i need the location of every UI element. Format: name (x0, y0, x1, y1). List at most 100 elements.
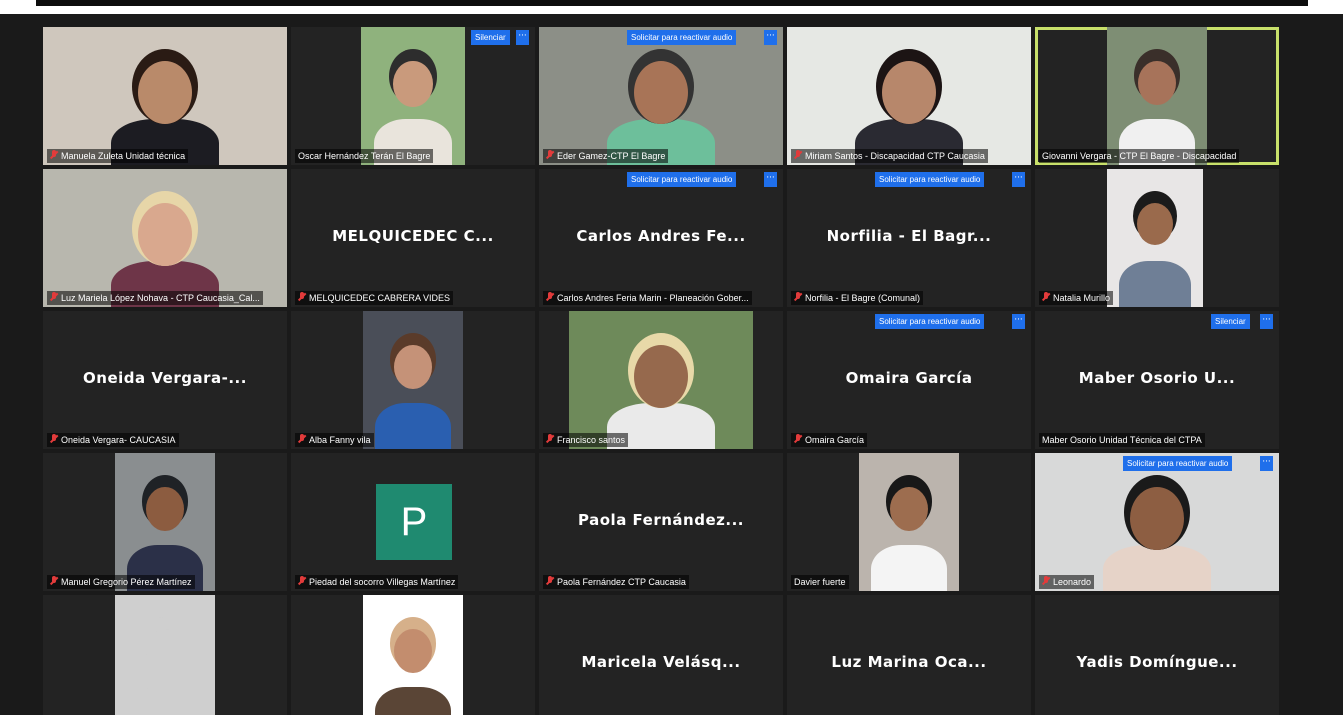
participant-tile[interactable]: Oneida Vergara-... Oneida Vergara- CAUCAS… (43, 311, 287, 449)
muted-mic-icon (50, 434, 58, 444)
participant-name-label: Miriam Santos - Discapacidad CTP Caucasi… (791, 149, 988, 163)
participant-avatar: P (376, 484, 452, 560)
participant-tile[interactable]: MELQUICEDEC C... MELQUICEDEC CABRERA VIDE… (291, 169, 535, 307)
request-unmute-button[interactable]: Solicitar para reactivar audio (627, 172, 737, 187)
muted-mic-icon (1042, 576, 1050, 586)
participant-tile[interactable]: Silenciar ··· Oscar Hernández Terán El Bag… (291, 27, 535, 165)
participant-name-label: Piedad del socorro Villegas Martínez (295, 575, 459, 589)
participant-name-label: Alba Fanny vila (295, 433, 374, 447)
participant-tile[interactable]: Miriam Santos - Discapacidad CTP Caucasi… (787, 27, 1031, 165)
participant-tile[interactable]: Omaira García Solicitar para reactivar au… (787, 311, 1031, 449)
participant-name-label: Paola Fernández CTP Caucasia (543, 575, 689, 589)
request-unmute-button[interactable]: Solicitar para reactivar audio (1123, 456, 1233, 471)
participant-video (539, 27, 783, 165)
participant-display-name: Oneida Vergara-... (83, 369, 247, 387)
muted-mic-icon (794, 292, 802, 302)
request-unmute-button[interactable]: Solicitar para reactivar audio (875, 172, 985, 187)
participant-tile[interactable]: Yadis Domíngue... (1035, 595, 1279, 715)
participant-name-label: Leonardo (1039, 575, 1095, 589)
participant-name-label: Manuela Zuleta Unidad técnica (47, 149, 189, 163)
muted-mic-icon (794, 434, 802, 444)
muted-mic-icon (298, 292, 306, 302)
participant-name-label: Manuel Gregorio Pérez Martínez (47, 575, 195, 589)
participant-tile[interactable]: Maber Osorio U... Silenciar ··· Maber Osori… (1035, 311, 1279, 449)
participant-display-name: Luz Marina Oca... (831, 653, 987, 671)
participant-video (363, 595, 463, 715)
participant-tile[interactable]: Luz Marina Oca... (787, 595, 1031, 715)
more-options-icon[interactable]: ··· (1260, 456, 1273, 471)
participant-name-label: Luz Mariela López Nohava - CTP Caucasia_… (47, 291, 263, 305)
participant-video (569, 311, 753, 449)
participant-name-label: Norfilia - El Bagre (Comunal) (791, 291, 924, 305)
participant-display-name: MELQUICEDEC C... (332, 227, 494, 245)
participant-tile[interactable]: Manuel Gregorio Pérez Martínez (43, 453, 287, 591)
muted-mic-icon (1042, 292, 1050, 302)
participant-video (859, 453, 959, 591)
participant-name-label: Eder Gamez-CTP El Bagre (543, 149, 669, 163)
participant-tile[interactable]: Solicitar para reactivar audio ··· Leonard… (1035, 453, 1279, 591)
participant-tile[interactable]: Luz Mariela López Nohava - CTP Caucasia_… (43, 169, 287, 307)
muted-mic-icon (546, 292, 554, 302)
participant-tile[interactable]: Davier fuerte (787, 453, 1031, 591)
participant-name-label: Davier fuerte (791, 575, 849, 589)
gallery-grid: Manuela Zuleta Unidad técnica Silenciar ··… (0, 0, 1343, 715)
more-options-icon[interactable]: ··· (1012, 314, 1025, 329)
request-unmute-button[interactable]: Solicitar para reactivar audio (875, 314, 985, 329)
participant-display-name: Carlos Andres Fe... (576, 227, 746, 245)
participant-video (787, 27, 1031, 165)
muted-mic-icon (298, 434, 306, 444)
more-options-icon[interactable]: ··· (764, 30, 777, 45)
participant-name-label: MELQUICEDEC CABRERA VIDES (295, 291, 454, 305)
participant-tile[interactable]: Francisco santos (539, 311, 783, 449)
more-options-icon[interactable]: ··· (1260, 314, 1273, 329)
muted-mic-icon (794, 150, 802, 160)
participant-display-name: Omaira García (845, 369, 973, 387)
mute-button[interactable]: Silenciar (1211, 314, 1250, 329)
participant-tile[interactable] (291, 595, 535, 715)
participant-tile[interactable]: Norfilia - El Bagr... Solicitar para reac… (787, 169, 1031, 307)
muted-mic-icon (546, 150, 554, 160)
muted-mic-icon (546, 434, 554, 444)
participant-display-name: Maricela Velásq... (581, 653, 741, 671)
participant-name-label: Francisco santos (543, 433, 629, 447)
muted-mic-icon (298, 576, 306, 586)
participant-video (43, 27, 287, 165)
muted-mic-icon (50, 150, 58, 160)
participant-video (43, 169, 287, 307)
request-unmute-button[interactable]: Solicitar para reactivar audio (627, 30, 737, 45)
participant-video (1107, 169, 1203, 307)
participant-display-name: Yadis Domíngue... (1076, 653, 1238, 671)
participant-video (1107, 27, 1207, 165)
participant-video (361, 27, 465, 165)
participant-name-label: Giovanni Vergara - CTP El Bagre - Discap… (1039, 149, 1240, 163)
more-options-icon[interactable]: ··· (764, 172, 777, 187)
muted-mic-icon (50, 576, 58, 586)
participant-tile[interactable]: Solicitar para reactivar audio ··· Eder Ga… (539, 27, 783, 165)
participant-name-label: Maber Osorio Unidad Técnica del CTPA (1039, 433, 1205, 447)
participant-name-label: Oneida Vergara- CAUCASIA (47, 433, 179, 447)
more-options-icon[interactable]: ··· (516, 30, 529, 45)
participant-video (363, 311, 463, 449)
participant-name-label: Oscar Hernández Terán El Bagre (295, 149, 434, 163)
participant-tile[interactable]: Alba Fanny vila (291, 311, 535, 449)
participant-tile[interactable] (43, 595, 287, 715)
participant-tile[interactable]: Manuela Zuleta Unidad técnica (43, 27, 287, 165)
participant-display-name: Norfilia - El Bagr... (826, 227, 992, 245)
participant-name-label: Carlos Andres Feria Marin - Planeación G… (543, 291, 752, 305)
participant-name-label: Natalia Murillo (1039, 291, 1114, 305)
participant-tile[interactable]: Giovanni Vergara - CTP El Bagre - Discap… (1035, 27, 1279, 165)
muted-mic-icon (546, 576, 554, 586)
participant-name-label: Omaira García (791, 433, 868, 447)
muted-mic-icon (50, 292, 58, 302)
participant-display-name: Maber Osorio U... (1078, 369, 1236, 387)
participant-tile[interactable]: Carlos Andres Fe... Solicitar para reacti… (539, 169, 783, 307)
participant-video (1035, 453, 1279, 591)
participant-display-name: Paola Fernández... (578, 511, 744, 529)
participant-tile[interactable]: P Piedad del socorro Villegas Martínez (291, 453, 535, 591)
more-options-icon[interactable]: ··· (1012, 172, 1025, 187)
participant-tile[interactable]: Paola Fernández... Paola Fernández CTP Ca… (539, 453, 783, 591)
participant-video (115, 595, 215, 715)
mute-button[interactable]: Silenciar (471, 30, 510, 45)
participant-tile[interactable]: Natalia Murillo (1035, 169, 1279, 307)
participant-tile[interactable]: Maricela Velásq... (539, 595, 783, 715)
